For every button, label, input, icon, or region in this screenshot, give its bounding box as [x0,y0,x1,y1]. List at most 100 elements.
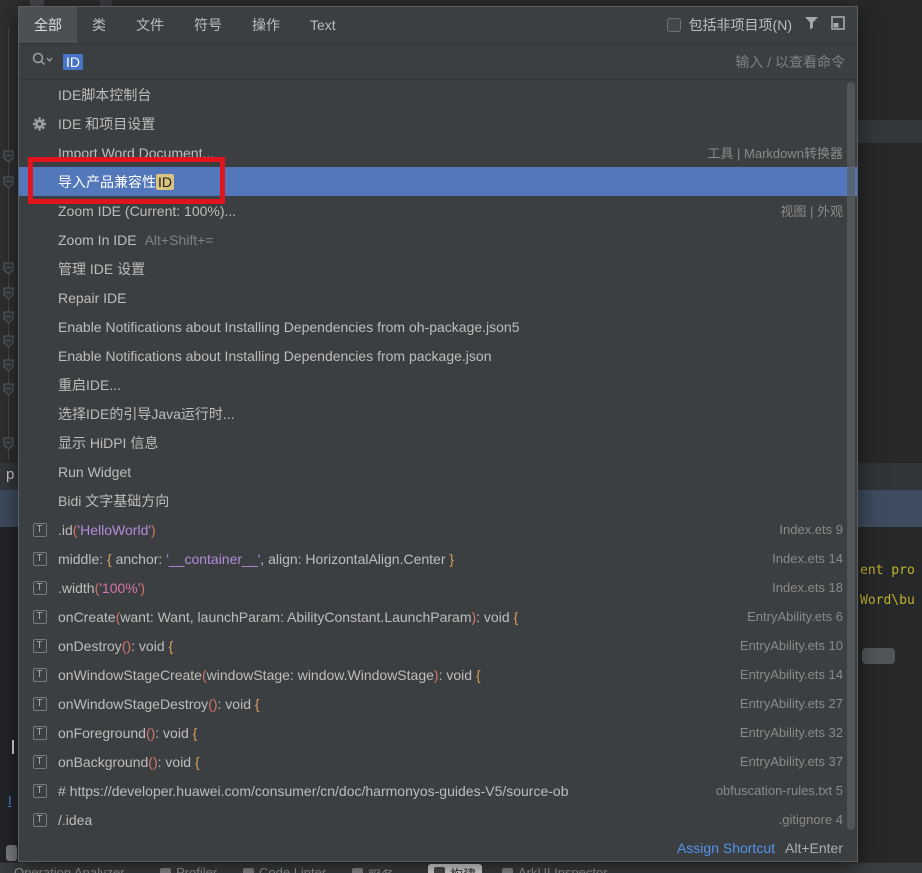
result-row-action[interactable]: 重启IDE... [19,370,857,399]
result-row-action[interactable]: Repair IDE [19,283,857,312]
search-field[interactable]: ID 输入 / 以查看命令 [19,44,857,80]
code-segment: onBackground [58,754,148,770]
statusbar-item-build[interactable]: 构建 [428,864,482,873]
result-location: EntryAbility.ets 10 [728,638,843,653]
bookmark-tag-icon [2,437,15,450]
bookmark-tag-icon [2,335,15,348]
result-row-action[interactable]: IDE 和项目设置 [19,109,857,138]
code-segment: 'HelloWorld' [77,522,151,538]
code-segment: { [169,638,174,654]
include-non-project-checkbox[interactable] [667,18,681,32]
code-segment: onCreate [58,609,116,625]
result-label: .id('HelloWorld') [58,522,156,538]
code-segment: () [122,638,131,654]
result-row-text-match[interactable]: TonWindowStageDestroy(): void {EntryAbil… [19,689,857,718]
search-tabs-bar: 全部类文件符号操作Text 包括非项目项(N) [19,7,857,44]
code-segment: /.idea [58,812,92,828]
result-row-action[interactable]: Enable Notifications about Installing De… [19,312,857,341]
statusbar-item-arkui-inspector[interactable]: ArkUI Inspector [502,865,608,873]
statusbar-item-profiler[interactable]: Profiler [160,865,217,873]
tab-files[interactable]: 文件 [121,7,179,43]
tab-classes[interactable]: 类 [77,7,121,43]
result-location: Index.ets 14 [760,551,843,566]
result-label: onForeground(): void { [58,725,197,741]
result-label: IDE 和项目设置 [58,114,155,134]
tab-actions[interactable]: 操作 [237,7,295,43]
code-segment: .id [58,522,73,538]
result-row-action[interactable]: 显示 HiDPI 信息 [19,428,857,457]
result-row-action[interactable]: Run Widget [19,457,857,486]
text-result-icon: T [32,551,47,566]
scrollbar-thumb[interactable] [847,82,855,830]
code-segment: anchor: [112,551,166,567]
code-segment: { [255,696,260,712]
result-location: EntryAbility.ets 37 [728,754,843,769]
code-segment: { [195,754,200,770]
background-selected-line [858,490,922,527]
result-row-text-match[interactable]: Tmiddle: { anchor: '__container__', alig… [19,544,857,573]
result-label: Enable Notifications about Installing De… [58,319,520,335]
code-segment: () [146,725,155,741]
statusbar-item-code-linter[interactable]: Code Linter [243,865,326,873]
result-row-text-match[interactable]: T# https://developer.huawei.com/consumer… [19,776,857,805]
bookmark-tag-icon [2,311,15,324]
result-row-action[interactable]: IDE脚本控制台 [19,80,857,109]
terminal-line: Word\bu [860,586,922,616]
result-label: Zoom IDE (Current: 100%)... [58,203,236,219]
code-segment: # https://developer.huawei.com/consumer/… [58,783,569,799]
assign-shortcut-link[interactable]: Assign Shortcut [677,840,775,856]
include-non-project-label[interactable]: 包括非项目项(N) [689,15,792,35]
search-everywhere-popup: 全部类文件符号操作Text 包括非项目项(N) ID 输入 / 以查看命令 ID… [18,6,858,862]
code-segment: , align: HorizontalAlign.Center [260,551,449,567]
result-row-action[interactable]: 选择IDE的引导Java运行时... [19,399,857,428]
code-segment: ) [151,522,156,538]
text-result-icon: T [32,609,47,624]
result-row-text-match[interactable]: T.width('100%')Index.ets 18 [19,573,857,602]
result-location: EntryAbility.ets 32 [728,725,843,740]
result-row-action[interactable]: Enable Notifications about Installing De… [19,341,857,370]
text-result-icon: T [32,638,47,653]
code-segment: { [476,667,481,683]
text-result-icon: T [32,522,47,537]
search-hint-text: 输入 / 以查看命令 [735,52,845,72]
statusbar-item-operation-analyzer[interactable]: Operation Analyzer [14,865,125,873]
background-caret [12,740,14,754]
code-segment: want: Want, launchParam: AbilityConstant… [120,609,471,625]
result-row-text-match[interactable]: TonBackground(): void {EntryAbility.ets … [19,747,857,776]
arkui-inspector-icon [502,868,513,873]
text-result-icon: T [32,754,47,769]
code-segment: { [514,609,519,625]
tab-text[interactable]: Text [295,7,351,43]
result-label: Run Widget [58,464,131,480]
result-row-text-match[interactable]: T.id('HelloWorld')Index.ets 9 [19,515,857,544]
background-link-glyph: I [8,793,12,808]
result-row-text-match[interactable]: T/.idea.gitignore 4 [19,805,857,834]
result-row-action[interactable]: 管理 IDE 设置 [19,254,857,283]
result-label: onCreate(want: Want, launchParam: Abilit… [58,609,518,625]
code-segment: middle: [58,551,107,567]
search-input-selected-text[interactable]: ID [63,54,83,70]
result-row-text-match[interactable]: TonDestroy(): void {EntryAbility.ets 10 [19,631,857,660]
search-icon [31,51,53,72]
tab-symbols[interactable]: 符号 [179,7,237,43]
result-label: 选择IDE的引导Java运行时... [58,404,235,424]
background-panel [0,527,18,862]
filter-icon[interactable] [804,16,819,35]
result-row-action[interactable]: Zoom In IDEAlt+Shift+= [19,225,857,254]
result-row-text-match[interactable]: TonWindowStageCreate(windowStage: window… [19,660,857,689]
code-segment: '__container__' [166,551,260,567]
open-in-window-icon[interactable] [831,16,845,35]
tab-all[interactable]: 全部 [19,7,77,43]
result-row-text-match[interactable]: TonCreate(want: Want, launchParam: Abili… [19,602,857,631]
result-location: .gitignore 4 [767,812,843,827]
result-row-text-match[interactable]: TonForeground(): void {EntryAbility.ets … [19,718,857,747]
result-location: EntryAbility.ets 6 [735,609,843,624]
code-segment: : void [439,667,476,683]
statusbar-item-label: Code Linter [259,865,326,873]
code-segment: onWindowStageDestroy [58,696,208,712]
result-location: EntryAbility.ets 14 [728,667,843,682]
result-row-action[interactable]: Bidi 文字基础方向 [19,486,857,515]
results-scrollbar[interactable] [847,80,855,834]
statusbar-item-services[interactable]: 服务 [352,865,394,873]
code-segment: : void [158,754,195,770]
